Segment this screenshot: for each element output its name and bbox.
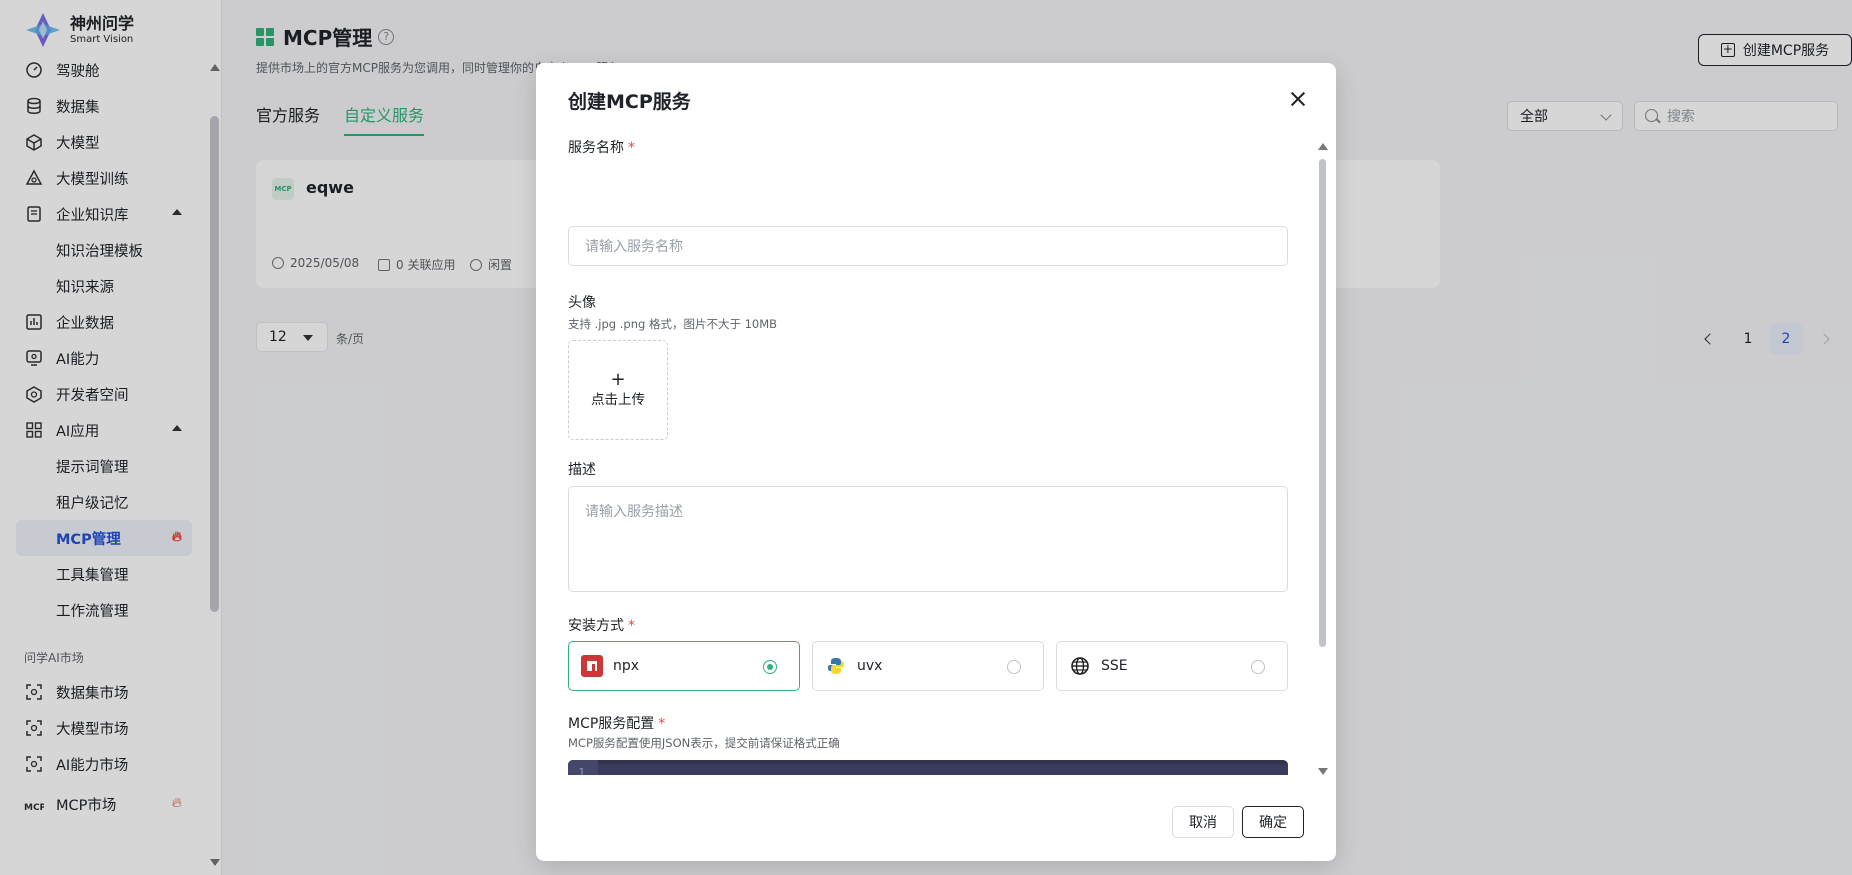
- description-placeholder: 请输入服务描述: [585, 504, 683, 520]
- cancel-button[interactable]: 取消: [1172, 806, 1234, 838]
- description-textarea[interactable]: 请输入服务描述: [568, 486, 1288, 592]
- radio-button[interactable]: [1007, 660, 1021, 674]
- mcp-config-label-text: MCP服务配置: [568, 716, 655, 732]
- install-option-label: SSE: [1101, 658, 1128, 674]
- install-option-npx[interactable]: npx: [568, 641, 800, 691]
- scroll-down-arrow-icon[interactable]: [1318, 768, 1328, 775]
- upload-label: 点击上传: [591, 392, 645, 408]
- close-icon[interactable]: [1288, 89, 1308, 109]
- required-asterisk: *: [658, 716, 666, 732]
- install-option-sse[interactable]: SSE: [1056, 641, 1288, 691]
- globe-icon: [1069, 655, 1091, 677]
- plus-icon: +: [610, 369, 626, 390]
- avatar-upload[interactable]: + 点击上传: [568, 340, 668, 440]
- line-number-gutter: 1: [568, 760, 598, 775]
- avatar-label: 头像: [568, 295, 596, 311]
- service-name-label: 服务名称 *: [568, 137, 635, 157]
- scrollbar-thumb[interactable]: [1319, 159, 1326, 647]
- dialog-scrollbar[interactable]: [1318, 141, 1328, 777]
- dialog-body: 服务名称 * 请输入服务名称 头像 支持 .jpg .png 格式，图片不大于 1…: [568, 133, 1292, 775]
- confirm-button[interactable]: 确定: [1242, 806, 1304, 838]
- required-asterisk: *: [628, 618, 635, 634]
- radio-button-selected[interactable]: [763, 660, 777, 674]
- install-method-label-text: 安装方式: [568, 618, 624, 634]
- python-icon: [825, 655, 847, 677]
- service-name-input[interactable]: 请输入服务名称: [568, 226, 1288, 266]
- scroll-up-arrow-icon[interactable]: [1318, 143, 1328, 150]
- install-method-label: 安装方式 *: [568, 615, 635, 635]
- mcp-config-label: MCP服务配置 *: [568, 713, 665, 733]
- npm-icon: [581, 655, 603, 677]
- description-label: 描述: [568, 462, 596, 478]
- avatar-hint: 支持 .jpg .png 格式，图片不大于 10MB: [568, 317, 778, 331]
- dialog-title: 创建MCP服务: [568, 91, 691, 113]
- mcp-config-code-editor[interactable]: 1: [568, 760, 1288, 775]
- radio-button[interactable]: [1251, 660, 1265, 674]
- install-option-uvx[interactable]: uvx: [812, 641, 1044, 691]
- install-option-label: npx: [613, 658, 640, 674]
- mcp-config-hint: MCP服务配置使用JSON表示，提交前请保证格式正确: [568, 736, 840, 750]
- required-asterisk: *: [628, 140, 635, 156]
- create-mcp-dialog: 创建MCP服务 服务名称 * 请输入服务名称 头像 支持 .jpg .png 格式…: [536, 63, 1336, 861]
- install-option-label: uvx: [857, 658, 883, 674]
- service-name-placeholder: 请输入服务名称: [585, 239, 683, 255]
- line-number: 1: [578, 766, 586, 775]
- active-line-highlight: [598, 764, 1288, 775]
- service-name-label-text: 服务名称: [568, 140, 624, 156]
